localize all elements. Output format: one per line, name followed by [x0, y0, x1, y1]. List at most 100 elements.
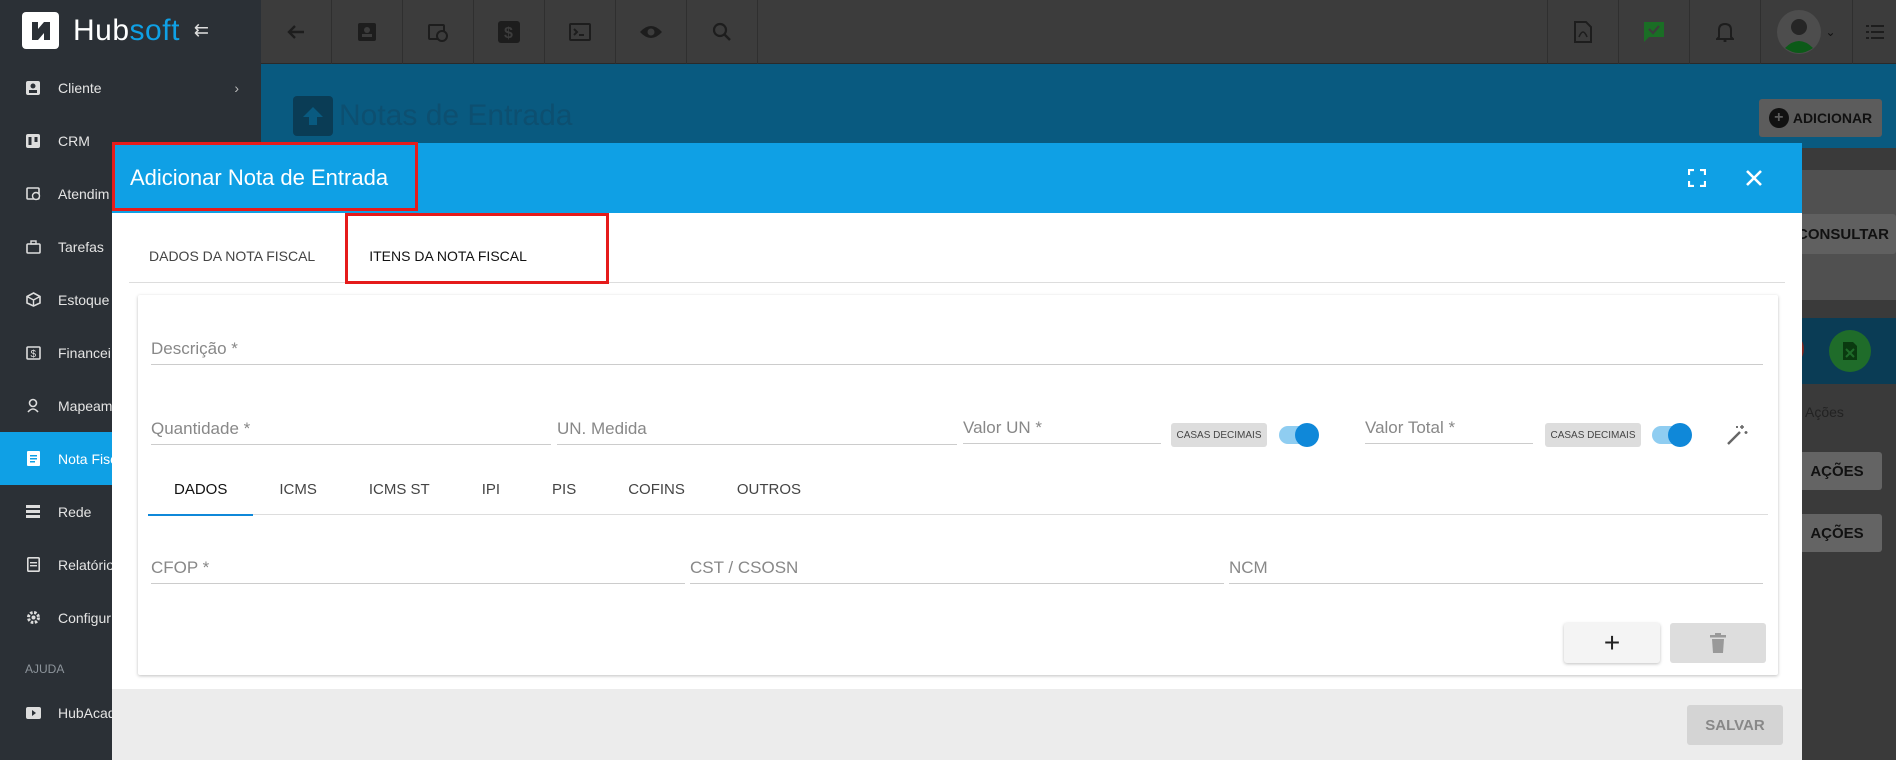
page-title-text: Notas de Entrada — [339, 99, 573, 132]
briefcase-icon — [25, 239, 41, 255]
sidebar-item-label: Configur — [58, 609, 111, 626]
back-button[interactable] — [261, 0, 332, 64]
descricao-label: Descrição * — [151, 339, 238, 358]
id-card-icon — [25, 80, 41, 96]
tax-subtabs: DADOS ICMS ICMS ST IPI PIS COFINS OUTROS — [148, 463, 1768, 516]
chat-check-icon — [1644, 22, 1664, 42]
notifications-button[interactable] — [1689, 0, 1760, 64]
tab-highlight-box — [345, 213, 609, 284]
close-icon — [1746, 170, 1762, 186]
quantidade-field[interactable]: Quantidade * — [151, 415, 551, 445]
un-medida-label: UN. Medida — [557, 419, 647, 438]
user-menu-button[interactable]: ⌄ — [1760, 0, 1852, 64]
video-icon — [25, 705, 41, 721]
sidebar-item-cliente[interactable]: Cliente › — [0, 61, 261, 114]
add-button-label: ADICIONAR — [1792, 110, 1873, 126]
modal-header: Adicionar Nota de Entrada — [112, 142, 1802, 213]
search-button[interactable] — [687, 0, 758, 64]
id-card-icon — [358, 23, 376, 41]
valor-un-label: Valor UN * — [963, 418, 1043, 437]
valor-un-decimal-toggle[interactable] — [1279, 423, 1319, 447]
sidebar-item-label: Estoque — [58, 291, 110, 308]
consultar-button[interactable]: CONSULTAR — [1790, 214, 1896, 254]
tasks-check-button[interactable] — [1618, 0, 1689, 64]
search-icon — [712, 22, 731, 41]
subtab-pis[interactable]: PIS — [526, 463, 602, 515]
delete-item-button[interactable] — [1670, 623, 1766, 663]
descricao-field[interactable]: Descrição * — [151, 335, 1763, 365]
sidebar-item-label: Mapeam — [58, 397, 113, 414]
cfop-label: CFOP * — [151, 558, 210, 577]
tab-dados-nota-fiscal[interactable]: DADOS DA NOTA FISCAL — [129, 213, 332, 283]
spreadsheet-icon — [1843, 342, 1857, 360]
subtab-ipi[interactable]: IPI — [456, 463, 526, 515]
upload-box-icon — [293, 96, 333, 136]
sidebar-item-label: Financei — [58, 344, 111, 361]
sidebar-item-label: Relatório — [58, 556, 115, 573]
excel-export-button[interactable] — [1829, 330, 1871, 372]
schedule-button[interactable] — [403, 0, 474, 64]
valor-un-field[interactable]: Valor UN * — [963, 414, 1161, 444]
dollar-icon: $ — [498, 21, 520, 43]
sidebar-item-label: Atendim — [58, 185, 110, 202]
acoes-column-header: Ações — [1805, 404, 1844, 420]
avatar — [1777, 10, 1822, 54]
topbar: $ ⌄ — [261, 0, 1896, 64]
title-highlight-box — [112, 142, 418, 211]
plus-circle-icon: + — [1768, 108, 1789, 128]
fullscreen-button[interactable] — [1688, 143, 1706, 213]
clients-button[interactable] — [332, 0, 403, 64]
eye-icon — [640, 26, 662, 38]
terminal-button[interactable] — [545, 0, 616, 64]
sidebar-item-label: Nota Fisc — [58, 450, 118, 467]
subtab-outros[interactable]: OUTROS — [711, 463, 827, 515]
subtab-cofins[interactable]: COFINS — [602, 463, 711, 515]
modal-footer — [112, 689, 1802, 760]
svg-text:$: $ — [504, 25, 513, 42]
sidebar-item-label: CRM — [58, 132, 90, 149]
subtab-icms-st[interactable]: ICMS ST — [343, 463, 456, 515]
valor-total-field[interactable]: Valor Total * — [1365, 414, 1533, 444]
save-button[interactable]: SALVAR — [1687, 705, 1783, 745]
add-item-button[interactable]: + — [1564, 623, 1660, 663]
chevron-down-icon: ⌄ — [1825, 25, 1836, 39]
logo-row: Hubsoft ⇇ — [0, 0, 261, 61]
calendar-clock-icon — [428, 24, 448, 42]
view-button[interactable] — [616, 0, 687, 64]
box-icon — [25, 292, 41, 308]
terminal-icon — [569, 23, 591, 41]
report-icon — [25, 557, 41, 573]
valor-total-label: Valor Total * — [1365, 418, 1456, 437]
magic-wand-icon[interactable] — [1725, 423, 1749, 450]
valor-total-decimal-toggle[interactable] — [1652, 423, 1692, 447]
ncm-field[interactable]: NCM — [1229, 554, 1763, 584]
ncm-label: NCM — [1229, 558, 1268, 577]
add-invoice-modal: Adicionar Nota de Entrada DADOS DA NOTA … — [112, 142, 1802, 760]
collapse-menu-icon[interactable]: ⇇ — [194, 20, 209, 41]
acoes-button[interactable]: AÇÕES — [1792, 514, 1882, 552]
cst-csosn-field[interactable]: CST / CSOSN — [690, 554, 1224, 584]
finance-button[interactable]: $ — [474, 0, 545, 64]
casas-decimais-badge: CASAS DECIMAIS — [1545, 423, 1641, 447]
svg-text:$: $ — [30, 349, 36, 360]
close-button[interactable] — [1745, 143, 1763, 213]
document-icon — [25, 451, 41, 467]
map-pin-icon — [25, 398, 41, 414]
list-menu-button[interactable] — [1852, 0, 1896, 64]
bell-icon — [1716, 22, 1734, 42]
sidebar-item-label: Rede — [58, 503, 92, 520]
calendar-clock-icon — [25, 186, 41, 202]
add-button[interactable]: + ADICIONAR — [1759, 99, 1882, 137]
logo-text: Hubsoft — [73, 13, 180, 47]
item-form-card: Descrição * Quantidade * UN. Medida Valo… — [138, 295, 1778, 675]
pdf-button[interactable] — [1547, 0, 1618, 64]
toggle-knob — [1295, 423, 1319, 447]
hubsoft-logo-icon — [22, 12, 59, 49]
cfop-field[interactable]: CFOP * — [151, 554, 685, 584]
plus-icon: + — [1603, 627, 1621, 658]
acoes-button[interactable]: AÇÕES — [1792, 452, 1882, 490]
sidebar-item-label: Cliente — [58, 79, 102, 96]
subtab-icms[interactable]: ICMS — [253, 463, 343, 515]
subtab-dados[interactable]: DADOS — [148, 463, 254, 516]
un-medida-field[interactable]: UN. Medida — [557, 415, 957, 445]
